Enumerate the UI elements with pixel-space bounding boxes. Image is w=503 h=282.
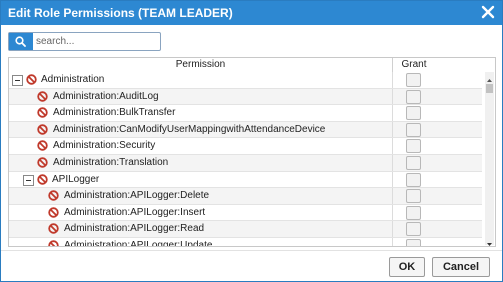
cell-divider — [392, 171, 393, 188]
grid-header: Permission Grant — [9, 58, 487, 72]
ok-button[interactable]: OK — [389, 257, 425, 277]
permission-row[interactable]: Administration:Security — [9, 138, 482, 155]
deny-icon — [37, 107, 48, 118]
permission-label: Administration:APILogger:Insert — [64, 206, 206, 218]
search-input[interactable] — [36, 34, 156, 49]
search-button[interactable] — [9, 33, 33, 50]
permission-row[interactable]: Administration:APILogger:Read — [9, 221, 482, 238]
grant-checkbox[interactable] — [406, 205, 421, 220]
permission-label: Administration:Security — [53, 140, 156, 152]
cancel-button[interactable]: Cancel — [432, 257, 490, 277]
grant-checkbox[interactable] — [406, 122, 421, 137]
cell-divider — [392, 188, 393, 204]
cell-divider — [392, 204, 393, 221]
deny-icon — [37, 124, 48, 135]
grant-checkbox[interactable] — [406, 106, 421, 121]
scroll-down-arrow-icon[interactable] — [485, 236, 494, 246]
deny-icon — [48, 190, 59, 201]
permission-label: Administration:BulkTransfer — [53, 107, 176, 119]
permission-label: Administration:APILogger:Read — [64, 223, 205, 235]
scroll-up-arrow-icon[interactable] — [485, 72, 494, 82]
scrollbar-thumb[interactable] — [486, 84, 493, 93]
vertical-scrollbar[interactable] — [485, 72, 494, 246]
cell-divider — [392, 221, 393, 237]
grid-rows: Administration Administration:AuditLog Adm… — [9, 72, 482, 247]
deny-icon — [26, 74, 37, 85]
deny-icon — [48, 240, 59, 246]
grant-checkbox[interactable] — [406, 139, 421, 154]
permission-row[interactable]: Administration:BulkTransfer — [9, 105, 482, 122]
permissions-grid: Permission Grant Administration Administr… — [8, 57, 496, 247]
permission-label: Administration:APILogger:Delete — [64, 190, 210, 202]
permission-row[interactable]: Administration:AuditLog — [9, 88, 482, 106]
permission-label: Administration — [41, 74, 105, 85]
permission-row[interactable]: Administration:APILogger:Delete — [9, 188, 482, 205]
cell-divider — [392, 237, 393, 246]
grant-checkbox[interactable] — [406, 189, 421, 204]
collapse-toggle-icon[interactable] — [12, 75, 23, 86]
grant-checkbox[interactable] — [406, 222, 421, 237]
deny-icon — [37, 157, 48, 168]
permission-row[interactable]: Administration:Translation — [9, 154, 482, 172]
deny-icon — [37, 173, 48, 185]
grant-checkbox[interactable] — [406, 155, 421, 170]
cell-divider — [392, 88, 393, 105]
edit-role-permissions-dialog: Edit Role Permissions (TEAM LEADER) Perm… — [0, 0, 503, 282]
permission-row[interactable]: Administration:CanModifyUserMappingwithA… — [9, 121, 482, 139]
cell-divider — [392, 105, 393, 121]
column-header-permission[interactable]: Permission — [9, 58, 392, 72]
deny-icon — [48, 207, 59, 218]
cell-divider — [392, 154, 393, 171]
grant-checkbox[interactable] — [406, 73, 421, 87]
permission-row[interactable]: Administration — [9, 72, 482, 89]
deny-icon — [48, 223, 59, 235]
footer-divider — [1, 250, 502, 251]
cell-divider — [392, 72, 393, 88]
permission-label: Administration:CanModifyUserMappingwithA… — [53, 123, 326, 135]
close-icon[interactable] — [480, 4, 496, 20]
permission-label: Administration:Translation — [53, 156, 169, 168]
search-icon — [15, 36, 26, 47]
collapse-toggle-icon[interactable] — [23, 174, 34, 186]
deny-icon — [37, 90, 48, 102]
grant-checkbox[interactable] — [406, 238, 421, 246]
cell-divider — [392, 138, 393, 154]
cell-divider — [392, 121, 393, 138]
permission-label: Administration:APILogger:Update — [64, 239, 213, 247]
permission-row[interactable]: Administration:APILogger:Update — [9, 237, 482, 247]
grant-checkbox[interactable] — [406, 89, 421, 104]
grant-checkbox[interactable] — [406, 172, 421, 187]
permission-row[interactable]: APILogger — [9, 171, 482, 189]
dialog-titlebar: Edit Role Permissions (TEAM LEADER) — [1, 1, 502, 25]
deny-icon — [37, 140, 48, 152]
dialog-title: Edit Role Permissions (TEAM LEADER) — [8, 6, 233, 20]
column-header-grant[interactable]: Grant — [393, 58, 435, 72]
permission-label: APILogger — [52, 173, 100, 185]
search-box — [8, 32, 161, 51]
permission-label: Administration:AuditLog — [53, 90, 159, 102]
permission-row[interactable]: Administration:APILogger:Insert — [9, 204, 482, 222]
